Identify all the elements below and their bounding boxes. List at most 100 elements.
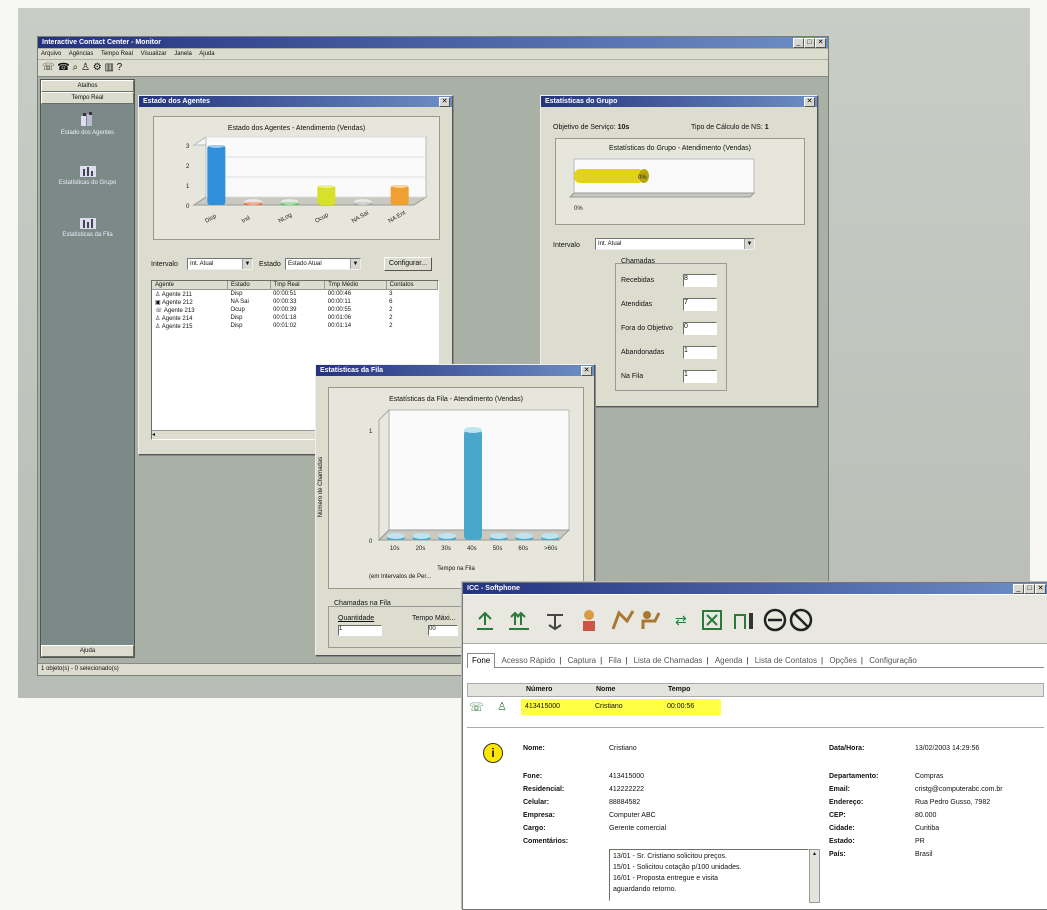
contact-field-label: Nome: [523,745,545,752]
call-col-name[interactable]: Nome [596,684,615,696]
tab-configuracao[interactable]: Configuração [865,654,921,668]
horizontal-scrollbar[interactable]: ◂ [152,430,332,439]
x-tick-label: NA Ent [388,210,407,225]
tab-lista-de-contatos[interactable]: Lista de Contatos [751,654,821,668]
contact-field-value: 88884582 [609,799,641,806]
tab-agenda[interactable]: Agenda [711,654,747,668]
table-row[interactable]: ▣ Agente 212 NA Sai 00:00:33 00:00:11 6 [152,298,438,306]
help-icon[interactable]: ? [117,62,123,73]
settings-icon[interactable]: ⚙ [93,62,102,73]
chart-toolbar-icon[interactable]: ▥ [104,62,113,73]
transfer-icon[interactable] [509,611,529,630]
agent-status-icon: ♙ [155,291,161,298]
agents-interval-select[interactable]: Int. Atual ▼ [187,258,253,270]
maximize-icon[interactable]: □ [804,38,815,48]
stat-value-field[interactable]: 1 [683,370,717,383]
close-icon[interactable]: ✕ [1035,584,1046,594]
stat-value-field[interactable]: 7 [683,298,717,311]
stat-value-field[interactable]: 8 [683,274,717,287]
menu-visualizar[interactable]: Visualizar [141,51,167,57]
agents-toolbar-icon[interactable]: ♙ [81,62,90,73]
col-tmp-real[interactable]: Tmp Real [270,281,326,290]
queue-chart-title: Estatísticas da Fila - Atendimento (Vend… [389,396,523,403]
do-not-disturb-icon[interactable] [763,608,787,632]
maximize-icon[interactable]: □ [1024,584,1035,594]
comments-box[interactable]: 13/01 - Sr. Cristiano solicitou preços. … [609,849,809,901]
menu-ajuda[interactable]: Ajuda [199,51,214,57]
bar [207,145,226,205]
queue-max-field[interactable]: 00 [428,625,458,636]
contact-field-value: Curitiba [915,825,940,832]
table-row[interactable]: ♙ Agente 211 Disp 00:00:51 00:00:46 3 [152,290,438,299]
close-icon[interactable]: ✕ [439,97,450,107]
contact-field-value: PR [915,838,925,845]
hold-icon[interactable] [547,614,563,631]
group-stats-icon [79,166,96,177]
queue-max-label: Tempo Máxi... [412,615,456,622]
agents-interval-value: Int. Atual [190,261,214,267]
agents-state-select[interactable]: Estado Atual ▼ [285,258,361,270]
record-icon[interactable] [734,613,753,629]
stat-value-field[interactable]: 0 [683,322,717,335]
stat-value-field[interactable]: 1 [683,346,717,359]
sidebar-item-group-stats[interactable]: Estatísticas do Grupo [41,162,134,186]
tab-acesso-rapido[interactable]: Acesso Rápido [497,654,559,668]
x-tick-label: 40s [467,546,477,552]
redial-icon[interactable]: ⇄ [675,612,687,628]
call-col-time[interactable]: Tempo [668,684,690,696]
agent-status-icon[interactable] [583,610,595,631]
agent-state: Ocup [230,307,245,313]
tab-lista-de-chamadas[interactable]: Lista de Chamadas [630,654,707,668]
contact-field-value: Computer ABC [609,812,656,819]
menu-arquivo[interactable]: Arquivo [41,51,61,57]
tab-fila[interactable]: Fila [604,654,625,668]
sidebar-header[interactable]: Atalhos [41,80,134,92]
table-row[interactable]: ☏ Agente 213 Ocup 00:00:39 00:00:55 2 [152,306,438,314]
call-col-number[interactable]: Número [526,684,552,696]
close-icon[interactable]: ✕ [815,38,826,48]
agents-title-bar: Estado dos Agentes ✕ [139,96,452,107]
table-row[interactable]: ♙ Agente 214 Disp 00:01:18 00:01:06 2 [152,314,438,322]
call-list-area [467,719,1044,728]
col-contatos[interactable]: Contatos [386,281,439,290]
agent-name: Agente 212 [162,299,193,306]
disconnect-icon[interactable]: ☎ [57,62,69,73]
close-icon[interactable]: ✕ [804,97,815,107]
block-icon[interactable] [789,608,813,632]
sidebar-item-agents[interactable]: Estado dos Agentes [41,112,134,136]
table-row[interactable]: ♙ Agente 215 Disp 00:01:02 00:01:14 2 [152,322,438,330]
softphone-window: ICC - Softphone ✕ □ _ ⇄ Fone Acesso Rápi… [462,582,1047,910]
minimize-icon[interactable]: _ [1013,584,1024,594]
menu-tempo-real[interactable]: Tempo Real [101,51,133,57]
sidebar-item-queue-stats[interactable]: Estatísticas da Fila [41,214,134,238]
answer-icon[interactable] [477,611,493,630]
col-agente[interactable]: Agente [152,281,228,290]
menu-agencias[interactable]: Agências [69,51,94,57]
comments-scrollbar[interactable]: ▴ [809,849,820,903]
find-icon[interactable]: ⌕ [73,62,79,73]
contact-field-value: Brasil [915,851,933,858]
sidebar-section[interactable]: Tempo Real [41,92,134,104]
menu-janela[interactable]: Janela [174,51,192,57]
softphone-tabs: Fone Acesso Rápido | Captura | Fila | Lista… [467,653,1044,668]
tab-opcoes[interactable]: Opções [825,654,861,668]
col-estado[interactable]: Estado [227,281,271,290]
agents-table: Agente Estado Tmp Real Tmp Médio Contato… [152,281,439,330]
park-icon[interactable] [702,610,722,630]
call-time: 00:00:56 [667,703,695,710]
tab-captura[interactable]: Captura [564,654,600,668]
conference-icon[interactable] [641,611,661,629]
tab-fone[interactable]: Fone [467,653,496,668]
calc-label: Tipo de Cálculo de NS: 1 [691,124,769,131]
minimize-icon[interactable]: _ [793,38,804,48]
softphone-toolbar-icons: ⇄ [477,608,813,632]
queue-qty-field[interactable]: 1 [338,625,382,636]
close-icon[interactable]: ✕ [581,366,592,376]
group-interval-select[interactable]: Int. Atual ▼ [595,238,755,250]
sidebar-footer[interactable]: Ajuda [41,645,134,657]
configure-button[interactable]: Configurar... [384,257,432,271]
connect-icon[interactable]: ☏ [42,62,55,73]
call-row[interactable]: ☏ ♙ 413415000 Cristiano 00:00:56 [467,697,1044,717]
dial-icon[interactable] [611,610,635,630]
col-tmp-medio[interactable]: Tmp Médio [324,281,387,290]
